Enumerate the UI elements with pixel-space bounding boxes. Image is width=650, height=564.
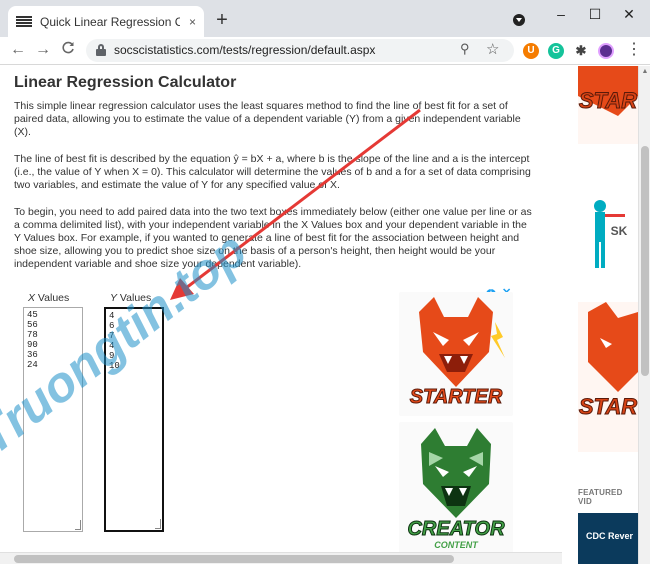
- sidebar-ad-2[interactable]: SK: [578, 194, 638, 274]
- equation-paragraph: The line of best fit is described by the…: [14, 153, 531, 191]
- instructions-paragraph: To begin, you need to add paired data in…: [14, 206, 532, 270]
- y-value-line: 10: [109, 361, 120, 371]
- maximize-button[interactable]: ☐: [580, 4, 610, 24]
- intro-paragraph: This simple linear regression calculator…: [14, 100, 521, 138]
- tab-strip: Quick Linear Regression Calculat × + – ☐…: [0, 0, 650, 37]
- url-text[interactable]: socscistatistics.com/tests/regression/de…: [114, 43, 375, 57]
- horizontal-scrollbar[interactable]: [0, 552, 562, 564]
- ad-creator-subtext: CONTENT: [434, 540, 478, 550]
- resize-grip-icon[interactable]: [75, 520, 81, 530]
- x-label-rest: Values: [35, 292, 70, 304]
- tab-close-icon[interactable]: ×: [189, 15, 196, 29]
- scroll-up-icon[interactable]: ▲: [639, 68, 650, 75]
- ad-creator[interactable]: CREATOR CONTENT: [399, 422, 513, 554]
- y-value-line: 9: [109, 351, 115, 361]
- lock-icon[interactable]: [96, 44, 106, 56]
- bookmark-star-icon[interactable]: ☆: [486, 40, 499, 58]
- extensions-puzzle-icon[interactable]: ✱: [573, 43, 589, 59]
- ad-starter-text: STARTER: [409, 386, 503, 409]
- sidebar-ad-3-text: STAR: [578, 394, 638, 420]
- wolf-partial-icon: [588, 302, 638, 392]
- page-content: Linear Regression Calculator This simple…: [0, 66, 562, 564]
- profile-avatar[interactable]: [598, 43, 614, 59]
- back-arrow-icon[interactable]: ←: [8, 40, 28, 60]
- featured-video-thumbnail[interactable]: CDC Rever: [578, 513, 638, 564]
- sidebar-ad-2-text: SK: [610, 224, 628, 238]
- x-values-label: X Values: [28, 292, 69, 304]
- sidebar-ad-3[interactable]: STAR: [578, 302, 638, 452]
- resize-grip-icon[interactable]: [155, 519, 161, 529]
- grammarly-icon[interactable]: G: [548, 43, 564, 59]
- reload-icon[interactable]: [58, 40, 78, 60]
- reload-glyph-icon: [62, 41, 74, 54]
- y-label-letter: Y: [110, 292, 118, 304]
- minimize-button[interactable]: –: [546, 4, 576, 24]
- forward-arrow-icon[interactable]: →: [33, 40, 53, 60]
- sidebar-ad-1[interactable]: STAR: [578, 66, 638, 144]
- scrollbar-thumb[interactable]: [641, 146, 649, 376]
- ad-creator-text: CREATOR: [407, 518, 505, 541]
- featured-videos-label: FEATURED VID: [578, 488, 623, 506]
- vertical-scrollbar[interactable]: ▲: [638, 66, 650, 564]
- extension-u-icon[interactable]: U: [523, 43, 539, 59]
- tab-search-icon[interactable]: [513, 14, 525, 26]
- y-value-line: 4: [109, 311, 115, 321]
- y-value-line: 6: [109, 321, 115, 331]
- x-value-line: 36: [27, 350, 38, 360]
- hamburger-favicon-icon: [16, 14, 32, 30]
- address-bar[interactable]: socscistatistics.com/tests/regression/de…: [86, 39, 514, 62]
- video-title[interactable]: CDC Rever: [586, 531, 633, 541]
- x-value-line: 45: [27, 310, 38, 320]
- close-window-button[interactable]: ✕: [614, 4, 644, 24]
- zoom-icon[interactable]: ⚲: [460, 41, 470, 57]
- new-tab-button[interactable]: +: [212, 8, 232, 32]
- x-label-letter: X: [28, 292, 36, 304]
- sidebar-ad-1-text: STAR: [578, 88, 638, 114]
- tab-title: Quick Linear Regression Calculat: [40, 14, 180, 29]
- x-values-textarea[interactable]: 45 56 78 90 36 24: [23, 307, 83, 532]
- horizontal-scrollbar-thumb[interactable]: [14, 555, 454, 563]
- x-value-line: 24: [27, 360, 38, 370]
- y-value-line: 7: [109, 331, 115, 341]
- y-label-rest: Values: [117, 292, 152, 304]
- x-value-line: 78: [27, 330, 38, 340]
- page-title: Linear Regression Calculator: [14, 74, 237, 91]
- browser-menu-icon[interactable]: ⋮: [626, 40, 642, 60]
- right-sidebar: STAR SK STAR FEATURED VID CDC Rever: [562, 66, 638, 564]
- y-values-textarea[interactable]: 4 6 7 4 9 10: [104, 307, 164, 532]
- y-values-label: Y Values: [110, 292, 151, 304]
- x-value-line: 56: [27, 320, 38, 330]
- ad-starter[interactable]: STARTER: [399, 292, 513, 416]
- tab-regression[interactable]: Quick Linear Regression Calculat ×: [8, 6, 204, 37]
- y-value-line: 4: [109, 341, 115, 351]
- x-value-line: 90: [27, 340, 38, 350]
